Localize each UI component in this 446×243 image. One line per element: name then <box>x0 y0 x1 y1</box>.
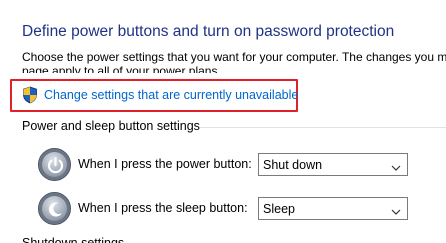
power-button-action-value: Shut down <box>263 157 323 172</box>
power-options-page: Define power buttons and turn on passwor… <box>0 0 446 243</box>
shutdown-settings-header: Shutdown settings <box>22 237 124 243</box>
page-title: Define power buttons and turn on passwor… <box>22 23 395 40</box>
page-description: Choose the power settings that you want … <box>22 50 446 73</box>
description-line-2: page apply to all of your power plans. <box>22 64 221 73</box>
power-button-action-dropdown[interactable]: Shut down <box>258 153 408 176</box>
sleep-button-setting-row: When I press the sleep button: Sleep <box>38 192 408 225</box>
chevron-down-icon <box>391 161 401 175</box>
description-line-1: Choose the power settings that you want … <box>22 50 446 64</box>
power-button-label: When I press the power button: <box>78 157 252 171</box>
sleep-button-action-dropdown[interactable]: Sleep <box>258 197 408 220</box>
change-settings-label: Change settings that are currently unava… <box>44 88 299 102</box>
chevron-down-icon <box>391 205 401 219</box>
power-button-setting-row: When I press the power button: Shut down <box>38 148 408 181</box>
sleep-button-label: When I press the sleep button: <box>78 201 248 215</box>
uac-shield-icon <box>22 86 38 104</box>
change-settings-link[interactable]: Change settings that are currently unava… <box>22 86 298 104</box>
sleep-button-action-value: Sleep <box>263 201 295 216</box>
section-divider <box>200 127 446 128</box>
section-header: Power and sleep button settings <box>22 119 200 133</box>
power-button-icon <box>38 148 71 181</box>
sleep-button-icon <box>38 192 71 225</box>
